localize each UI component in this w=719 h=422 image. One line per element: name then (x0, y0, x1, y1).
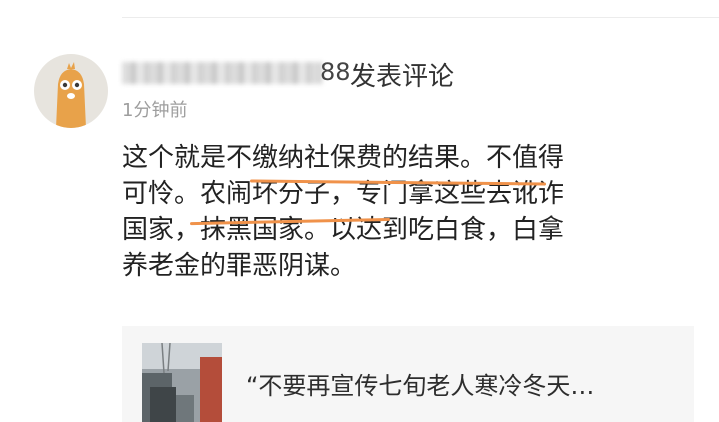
top-divider (122, 17, 719, 18)
comment-text: 这个就是不缴纳社保费的结果。不值得 可怜。农闹坏分子，专门拿这些去讹诈 国家，抹… (122, 140, 702, 284)
comment-time: 1分钟前 (122, 100, 188, 121)
username-blurred (122, 62, 322, 84)
comment-line-3: 国家，抹黑国家。以达到吃白食，白拿 (122, 215, 565, 245)
avatar[interactable] (34, 54, 108, 128)
comment-line-1: 这个就是不缴纳社保费的结果。不值得 (122, 143, 565, 173)
avatar-figure-icon (56, 62, 86, 128)
street-photo-icon (142, 343, 222, 422)
article-title: “不要再宣传七旬老人寒冷冬天… (246, 372, 595, 400)
comment-line-4: 养老金的罪恶阴谋。 (122, 251, 357, 281)
article-thumbnail (142, 343, 222, 422)
username-suffix: 88 (320, 58, 351, 86)
username[interactable]: 88 (122, 58, 351, 86)
comment-action-label: 发表评论 (350, 62, 455, 92)
